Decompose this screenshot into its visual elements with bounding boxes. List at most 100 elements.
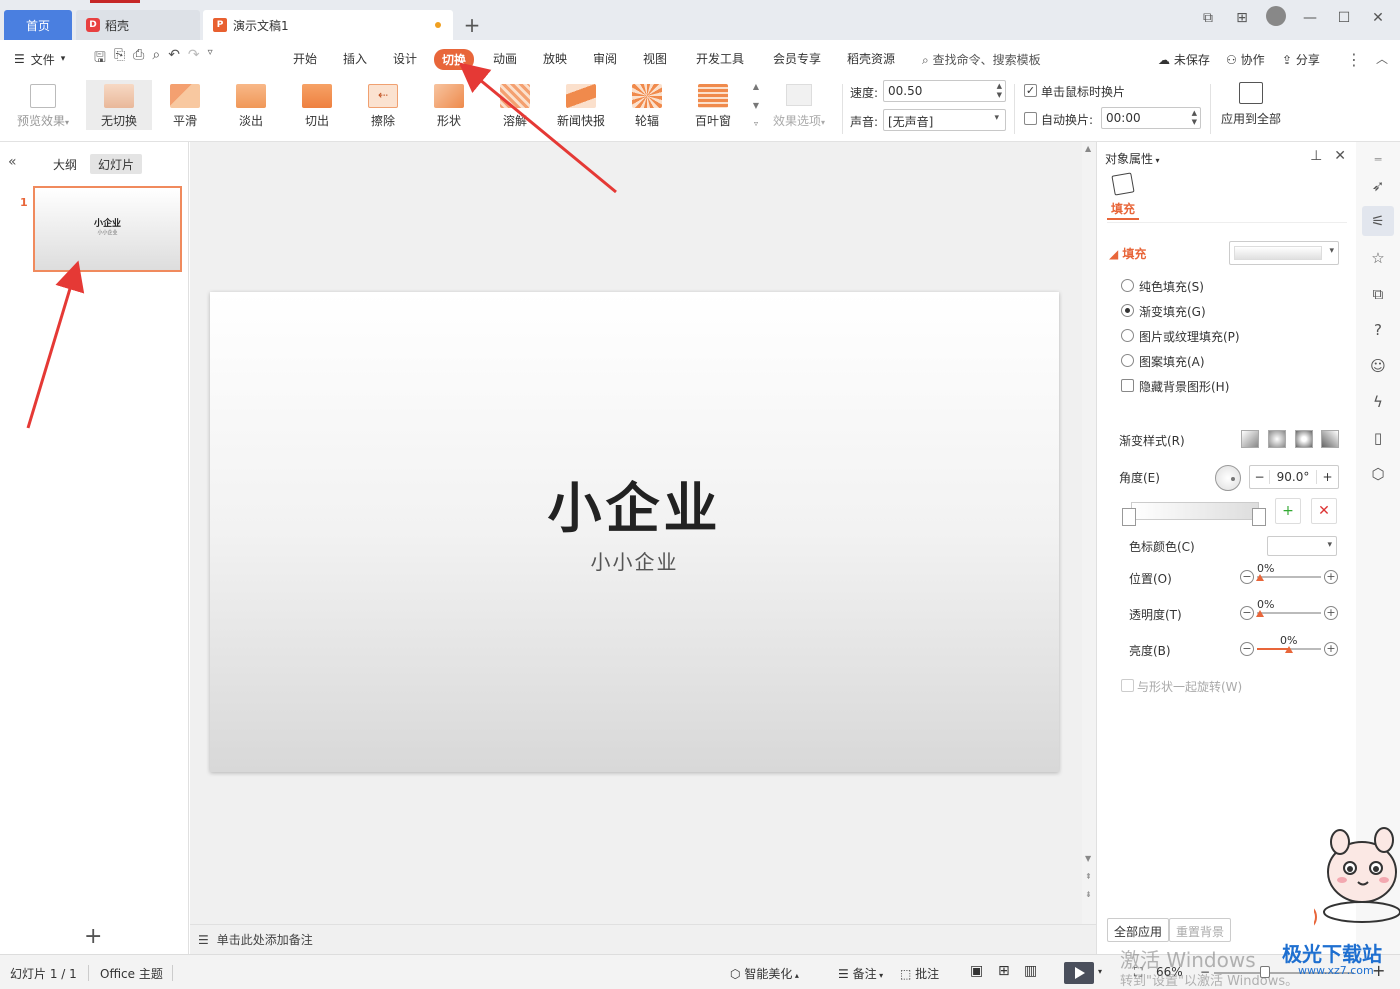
position-slider[interactable] (1257, 576, 1321, 578)
scroll-down-icon[interactable]: ▼ (1085, 854, 1091, 863)
collapse-panel-icon[interactable]: « (8, 154, 17, 170)
transition-dissolve[interactable]: 溶解 (482, 80, 548, 130)
unsaved-button[interactable]: ☁ 未保存 (1158, 51, 1210, 68)
spin-arrows-icon[interactable]: ▲ ▼ (1192, 109, 1197, 127)
new-tab-button[interactable]: + (460, 10, 484, 40)
gradient-bar[interactable] (1131, 502, 1259, 520)
dual-window-icon[interactable]: ⧉ (1198, 10, 1218, 26)
tab-daoke[interactable]: D 稻壳 (76, 10, 200, 40)
slide-title[interactable]: 小企业 (210, 464, 1059, 543)
angle-dial[interactable] (1215, 465, 1241, 491)
reset-background-button[interactable]: 重置背景 (1169, 918, 1232, 942)
menu-start[interactable]: 开始 (293, 50, 317, 67)
position-increment[interactable]: + (1324, 570, 1338, 584)
share-button[interactable]: ⇪ 分享 (1282, 51, 1320, 68)
transition-cut[interactable]: 切出 (284, 80, 350, 130)
slide-thumbnail[interactable]: 小企业 小小企业 (33, 186, 182, 272)
transition-smooth[interactable]: 平滑 (152, 80, 218, 130)
file-menu[interactable]: ☰ 文件 ▾ (14, 51, 65, 68)
lightning-icon[interactable]: ϟ (1368, 392, 1388, 412)
menu-slideshow[interactable]: 放映 (543, 50, 567, 67)
radio-solid-fill[interactable] (1121, 279, 1134, 292)
auto-advance-time[interactable]: 00:00 ▲ ▼ (1101, 107, 1201, 129)
gallery-up-icon[interactable]: ▲ (753, 82, 759, 91)
properties-sliders-icon[interactable]: ⚟ (1362, 206, 1394, 236)
slide-subtitle[interactable]: 小小企业 (210, 546, 1059, 575)
close-icon[interactable]: ✕ (1334, 148, 1346, 164)
gradient-style-path[interactable] (1321, 430, 1339, 448)
preview-effect-button[interactable]: 预览效果▾ (8, 84, 78, 129)
maximize-icon[interactable]: ☐ (1334, 10, 1354, 26)
undo-icon[interactable]: ↶ (168, 47, 180, 71)
stop-color-dropdown[interactable]: ▾ (1267, 536, 1337, 556)
play-slideshow-button[interactable] (1064, 962, 1094, 984)
help-icon[interactable]: ? (1368, 320, 1388, 340)
grid-apps-icon[interactable]: ⊞ (1232, 10, 1252, 26)
menu-design[interactable]: 设计 (393, 50, 417, 67)
slide-canvas[interactable]: 小企业 小小企业 (210, 292, 1059, 772)
fill-preset-dropdown[interactable]: ▾ (1229, 241, 1339, 265)
add-stop-button[interactable]: + (1275, 498, 1301, 524)
customize-toolbar-icon[interactable]: ▿ (208, 47, 213, 71)
minimize-icon[interactable]: — (1300, 10, 1320, 26)
next-slide-icon[interactable]: ⇟ (1085, 890, 1092, 899)
radio-pattern-fill[interactable] (1121, 354, 1134, 367)
auto-advance-checkbox[interactable] (1024, 112, 1037, 125)
notes-bar[interactable]: ☰ 单击此处添加备注 (190, 924, 1096, 954)
gradient-stop-left[interactable] (1122, 508, 1136, 526)
menu-animation[interactable]: 动画 (493, 50, 517, 67)
fill-section-header[interactable]: ◢ 填充 (1109, 245, 1146, 262)
cube-icon[interactable]: ⬡ (1368, 464, 1388, 484)
rotate-with-shape-checkbox[interactable] (1121, 679, 1134, 692)
avatar[interactable] (1266, 6, 1286, 30)
on-click-checkbox[interactable]: ✓ (1024, 84, 1037, 97)
transition-shape[interactable]: 形状 (416, 80, 482, 130)
redo-icon[interactable]: ↷ (188, 47, 200, 71)
transition-none[interactable]: 无切换 (86, 80, 152, 130)
robot-icon[interactable]: ☺ (1368, 356, 1388, 376)
paint-bucket-icon[interactable] (1111, 172, 1135, 196)
tab-fill[interactable]: 填充 (1111, 200, 1135, 217)
hide-background-checkbox[interactable] (1121, 379, 1134, 392)
transparency-slider[interactable] (1257, 612, 1321, 614)
close-icon[interactable]: ✕ (1368, 10, 1388, 26)
menu-insert[interactable]: 插入 (343, 50, 367, 67)
angle-increment[interactable]: + (1316, 470, 1338, 484)
delete-stop-button[interactable]: ✕ (1311, 498, 1337, 524)
play-options-icon[interactable]: ▾ (1098, 967, 1102, 976)
transition-newsflash[interactable]: 新闻快报 (548, 80, 614, 130)
position-decrement[interactable]: − (1240, 570, 1254, 584)
transition-blinds[interactable]: 百叶窗 (680, 80, 746, 130)
tab-slides[interactable]: 幻灯片 (90, 154, 143, 174)
effect-options-button[interactable]: 效果选项▾ (768, 84, 830, 129)
panel-header[interactable]: 对象属性 ▾ (1105, 150, 1160, 167)
book-search-icon[interactable]: ▯ (1368, 428, 1388, 448)
brightness-decrement[interactable]: − (1240, 642, 1254, 656)
position-slider-thumb[interactable] (1256, 574, 1264, 581)
canvas-scrollbar[interactable]: ▲ ▼ ⇞ ⇟ (1082, 142, 1096, 924)
menu-daoke-resources[interactable]: 稻壳资源 (847, 50, 895, 67)
sorter-view-icon[interactable]: ⊞ (998, 963, 1010, 979)
menu-developer[interactable]: 开发工具 (696, 50, 744, 67)
menu-member[interactable]: 会员专享 (773, 50, 821, 67)
print-icon[interactable]: ⎙ (133, 47, 144, 71)
apply-to-all-button[interactable]: 应用到全部 (1216, 82, 1286, 127)
spin-arrows-icon[interactable]: ▲ ▼ (997, 82, 1002, 100)
command-search[interactable]: ⌕ 查找命令、搜索模板 (922, 51, 1041, 68)
gradient-style-linear[interactable] (1241, 430, 1259, 448)
radio-gradient-fill[interactable] (1121, 304, 1134, 317)
transparency-increment[interactable]: + (1324, 606, 1338, 620)
more-options-icon[interactable]: ⋮ (1346, 50, 1362, 69)
speed-field[interactable]: 00.50 ▲ ▼ (883, 80, 1006, 102)
export-pdf-icon[interactable]: ⎘ (114, 47, 125, 71)
normal-view-icon[interactable]: ▣ (970, 963, 983, 979)
gradient-style-rect[interactable] (1295, 430, 1313, 448)
collapse-ribbon-icon[interactable]: ︿ (1376, 50, 1388, 67)
print-preview-icon[interactable]: ⌕ (152, 47, 160, 71)
gallery-expand-icon[interactable]: ▿ (754, 119, 758, 128)
tab-document[interactable]: P 演示文稿1 (203, 10, 453, 40)
slides-icon[interactable]: ⧉ (1368, 284, 1388, 304)
transition-fade[interactable]: 淡出 (218, 80, 284, 130)
gradient-stop-right[interactable] (1252, 508, 1266, 526)
save-icon[interactable]: 🖫 (94, 47, 106, 71)
